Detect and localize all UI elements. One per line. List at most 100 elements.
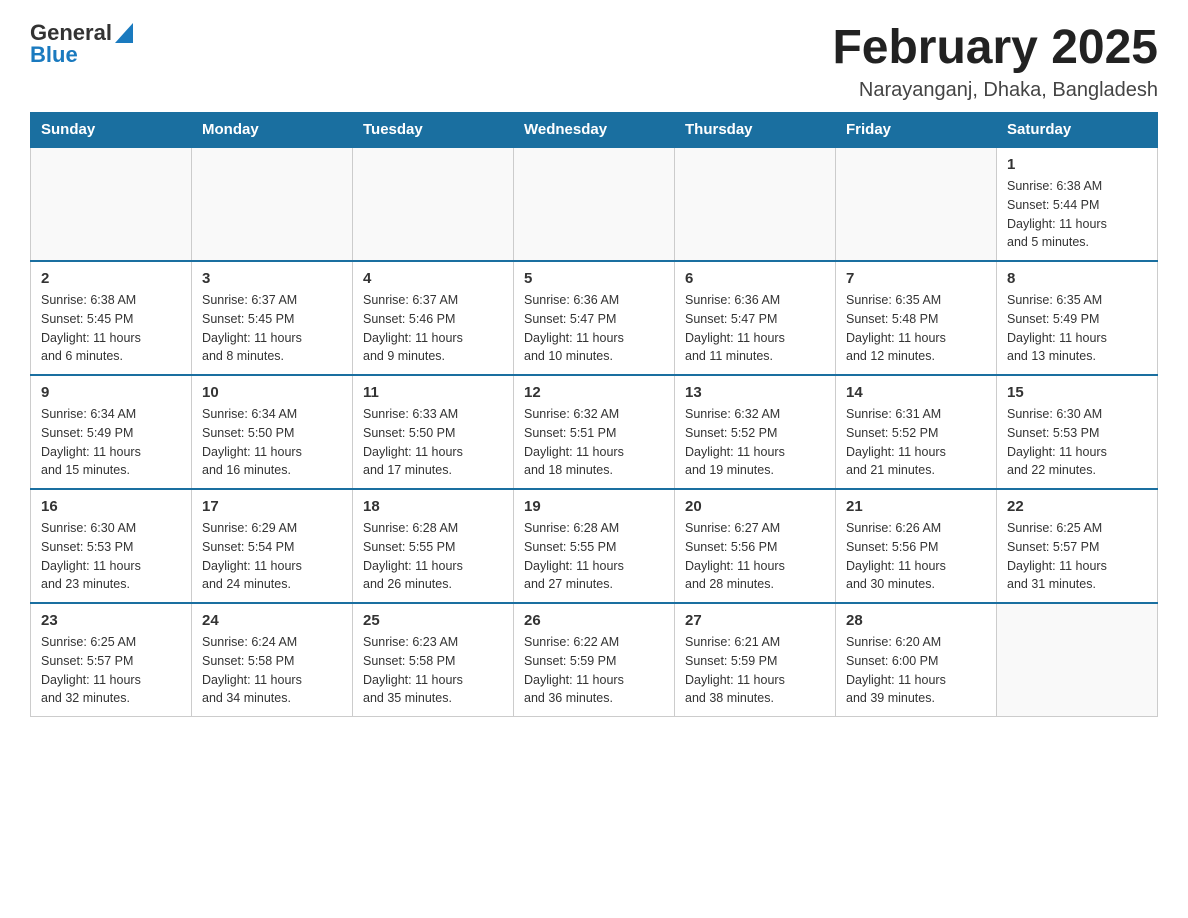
day-info: Sunrise: 6:35 AM Sunset: 5:48 PM Dayligh… [846, 291, 986, 366]
day-number: 12 [524, 384, 664, 401]
day-info: Sunrise: 6:38 AM Sunset: 5:45 PM Dayligh… [41, 291, 181, 366]
calendar-header-tuesday: Tuesday [353, 113, 514, 148]
calendar-week-row: 2 Sunrise: 6:38 AM Sunset: 5:45 PM Daylig… [31, 261, 1158, 375]
calendar-day-cell: 27 Sunrise: 6:21 AM Sunset: 5:59 PM Dayli… [675, 603, 836, 717]
day-number: 16 [41, 498, 181, 515]
calendar-header-saturday: Saturday [997, 113, 1158, 148]
day-info: Sunrise: 6:30 AM Sunset: 5:53 PM Dayligh… [1007, 405, 1147, 480]
calendar-day-cell [514, 147, 675, 261]
day-info: Sunrise: 6:22 AM Sunset: 5:59 PM Dayligh… [524, 633, 664, 708]
day-number: 5 [524, 270, 664, 287]
day-number: 14 [846, 384, 986, 401]
day-number: 11 [363, 384, 503, 401]
day-number: 27 [685, 612, 825, 629]
day-info: Sunrise: 6:31 AM Sunset: 5:52 PM Dayligh… [846, 405, 986, 480]
calendar-table: SundayMondayTuesdayWednesdayThursdayFrid… [30, 112, 1158, 717]
day-number: 24 [202, 612, 342, 629]
calendar-day-cell: 28 Sunrise: 6:20 AM Sunset: 6:00 PM Dayli… [836, 603, 997, 717]
day-info: Sunrise: 6:27 AM Sunset: 5:56 PM Dayligh… [685, 519, 825, 594]
day-info: Sunrise: 6:24 AM Sunset: 5:58 PM Dayligh… [202, 633, 342, 708]
calendar-day-cell: 1 Sunrise: 6:38 AM Sunset: 5:44 PM Daylig… [997, 147, 1158, 261]
calendar-week-row: 1 Sunrise: 6:38 AM Sunset: 5:44 PM Daylig… [31, 147, 1158, 261]
month-title: February 2025 [832, 20, 1158, 75]
calendar-day-cell: 12 Sunrise: 6:32 AM Sunset: 5:51 PM Dayli… [514, 375, 675, 489]
calendar-header-friday: Friday [836, 113, 997, 148]
calendar-day-cell: 23Sunrise: 6:25 AM Sunset: 5:57 PM Dayli… [31, 603, 192, 717]
day-number: 19 [524, 498, 664, 515]
calendar-day-cell: 9Sunrise: 6:34 AM Sunset: 5:49 PM Daylig… [31, 375, 192, 489]
day-number: 25 [363, 612, 503, 629]
header: General Blue February 2025 Narayanganj, … [30, 20, 1158, 102]
calendar-day-cell [836, 147, 997, 261]
calendar-week-row: 16 Sunrise: 6:30 AM Sunset: 5:53 PM Dayli… [31, 489, 1158, 603]
calendar-day-cell: 25 Sunrise: 6:23 AM Sunset: 5:58 PM Dayli… [353, 603, 514, 717]
calendar-day-cell: 11 Sunrise: 6:33 AM Sunset: 5:50 PM Dayli… [353, 375, 514, 489]
day-info: Sunrise: 6:23 AM Sunset: 5:58 PM Dayligh… [363, 633, 503, 708]
calendar-day-cell [192, 147, 353, 261]
calendar-week-row: 9Sunrise: 6:34 AM Sunset: 5:49 PM Daylig… [31, 375, 1158, 489]
day-info: Sunrise: 6:20 AM Sunset: 6:00 PM Dayligh… [846, 633, 986, 708]
day-info: Sunrise: 6:30 AM Sunset: 5:53 PM Dayligh… [41, 519, 181, 594]
day-info: Sunrise: 6:35 AM Sunset: 5:49 PM Dayligh… [1007, 291, 1147, 366]
calendar-header-sunday: Sunday [31, 113, 192, 148]
calendar-day-cell: 15 Sunrise: 6:30 AM Sunset: 5:53 PM Dayli… [997, 375, 1158, 489]
calendar-day-cell: 5 Sunrise: 6:36 AM Sunset: 5:47 PM Daylig… [514, 261, 675, 375]
calendar-day-cell: 16 Sunrise: 6:30 AM Sunset: 5:53 PM Dayli… [31, 489, 192, 603]
day-info: Sunrise: 6:38 AM Sunset: 5:44 PM Dayligh… [1007, 177, 1147, 252]
calendar-day-cell: 10Sunrise: 6:34 AM Sunset: 5:50 PM Dayli… [192, 375, 353, 489]
day-number: 4 [363, 270, 503, 287]
calendar-day-cell [353, 147, 514, 261]
logo-blue-text: Blue [30, 42, 78, 68]
day-number: 28 [846, 612, 986, 629]
calendar-day-cell: 2 Sunrise: 6:38 AM Sunset: 5:45 PM Daylig… [31, 261, 192, 375]
day-info: Sunrise: 6:36 AM Sunset: 5:47 PM Dayligh… [524, 291, 664, 366]
calendar-day-cell: 21Sunrise: 6:26 AM Sunset: 5:56 PM Dayli… [836, 489, 997, 603]
calendar-day-cell: 13 Sunrise: 6:32 AM Sunset: 5:52 PM Dayli… [675, 375, 836, 489]
title-area: February 2025 Narayanganj, Dhaka, Bangla… [832, 20, 1158, 102]
calendar-day-cell: 6Sunrise: 6:36 AM Sunset: 5:47 PM Daylig… [675, 261, 836, 375]
calendar-week-row: 23Sunrise: 6:25 AM Sunset: 5:57 PM Dayli… [31, 603, 1158, 717]
calendar-day-cell [675, 147, 836, 261]
day-number: 9 [41, 384, 181, 401]
day-number: 3 [202, 270, 342, 287]
day-number: 20 [685, 498, 825, 515]
day-number: 1 [1007, 156, 1147, 173]
calendar-day-cell: 7 Sunrise: 6:35 AM Sunset: 5:48 PM Daylig… [836, 261, 997, 375]
calendar-day-cell: 17Sunrise: 6:29 AM Sunset: 5:54 PM Dayli… [192, 489, 353, 603]
day-info: Sunrise: 6:21 AM Sunset: 5:59 PM Dayligh… [685, 633, 825, 708]
calendar-day-cell [997, 603, 1158, 717]
calendar-day-cell: 19 Sunrise: 6:28 AM Sunset: 5:55 PM Dayli… [514, 489, 675, 603]
day-number: 15 [1007, 384, 1147, 401]
calendar-day-cell: 26Sunrise: 6:22 AM Sunset: 5:59 PM Dayli… [514, 603, 675, 717]
calendar-day-cell [31, 147, 192, 261]
day-info: Sunrise: 6:32 AM Sunset: 5:51 PM Dayligh… [524, 405, 664, 480]
day-number: 22 [1007, 498, 1147, 515]
day-number: 10 [202, 384, 342, 401]
day-number: 2 [41, 270, 181, 287]
calendar-day-cell: 24 Sunrise: 6:24 AM Sunset: 5:58 PM Dayli… [192, 603, 353, 717]
day-number: 18 [363, 498, 503, 515]
day-number: 8 [1007, 270, 1147, 287]
day-info: Sunrise: 6:28 AM Sunset: 5:55 PM Dayligh… [524, 519, 664, 594]
day-number: 21 [846, 498, 986, 515]
day-info: Sunrise: 6:37 AM Sunset: 5:46 PM Dayligh… [363, 291, 503, 366]
calendar-day-cell: 3 Sunrise: 6:37 AM Sunset: 5:45 PM Daylig… [192, 261, 353, 375]
day-info: Sunrise: 6:37 AM Sunset: 5:45 PM Dayligh… [202, 291, 342, 366]
day-info: Sunrise: 6:33 AM Sunset: 5:50 PM Dayligh… [363, 405, 503, 480]
day-number: 13 [685, 384, 825, 401]
calendar-header-wednesday: Wednesday [514, 113, 675, 148]
day-number: 6 [685, 270, 825, 287]
day-number: 7 [846, 270, 986, 287]
calendar-header-thursday: Thursday [675, 113, 836, 148]
day-info: Sunrise: 6:25 AM Sunset: 5:57 PM Dayligh… [41, 633, 181, 708]
calendar-day-cell: 18 Sunrise: 6:28 AM Sunset: 5:55 PM Dayli… [353, 489, 514, 603]
day-info: Sunrise: 6:32 AM Sunset: 5:52 PM Dayligh… [685, 405, 825, 480]
day-info: Sunrise: 6:29 AM Sunset: 5:54 PM Dayligh… [202, 519, 342, 594]
calendar-day-cell: 22Sunrise: 6:25 AM Sunset: 5:57 PM Dayli… [997, 489, 1158, 603]
calendar-day-cell: 4 Sunrise: 6:37 AM Sunset: 5:46 PM Daylig… [353, 261, 514, 375]
location-text: Narayanganj, Dhaka, Bangladesh [832, 79, 1158, 102]
logo-triangle-icon [115, 23, 133, 43]
day-info: Sunrise: 6:28 AM Sunset: 5:55 PM Dayligh… [363, 519, 503, 594]
logo: General Blue [30, 20, 133, 68]
calendar-day-cell: 14 Sunrise: 6:31 AM Sunset: 5:52 PM Dayli… [836, 375, 997, 489]
